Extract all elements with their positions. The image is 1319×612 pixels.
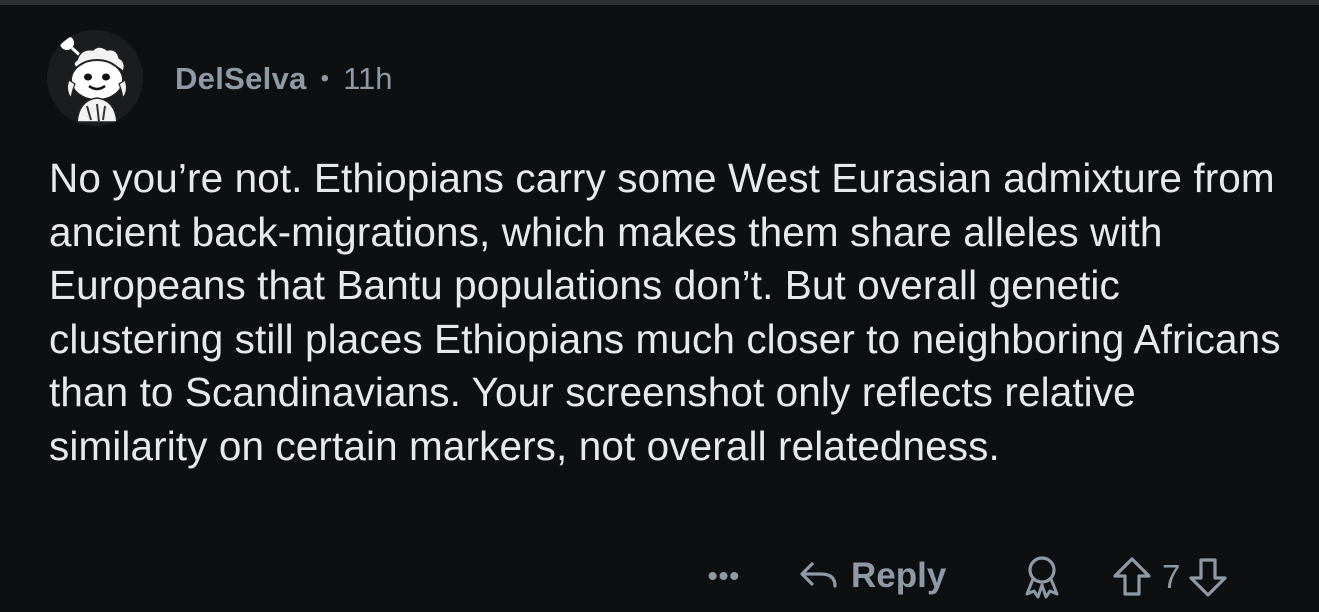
downvote-button[interactable] <box>1188 555 1228 599</box>
snoo-avatar-icon <box>47 30 143 126</box>
reply-label: Reply <box>851 556 947 595</box>
comment-actions: ••• Reply 7 <box>0 548 1319 604</box>
reply-button[interactable]: Reply <box>795 552 946 600</box>
vote-controls: 7 <box>1112 552 1228 602</box>
comment-timestamp[interactable]: 11h <box>343 61 392 97</box>
award-icon <box>1025 556 1059 599</box>
avatar[interactable] <box>47 30 143 126</box>
upvote-button[interactable] <box>1112 555 1152 599</box>
comment-body: No you’re not. Ethiopians carry some Wes… <box>49 155 1281 469</box>
downvote-arrow-icon <box>1189 558 1227 597</box>
comment-meta: DelSelva • 11h <box>175 61 392 97</box>
comment: DelSelva • 11h No you’re not. Ethiopians… <box>0 0 1319 612</box>
vote-count: 7 <box>1162 558 1181 595</box>
more-options-button[interactable]: ••• <box>697 556 751 596</box>
username-link[interactable]: DelSelva <box>175 61 307 97</box>
comment-header: DelSelva • 11h <box>47 30 392 126</box>
meta-separator: • <box>320 65 330 92</box>
award-button[interactable] <box>1017 552 1067 602</box>
upvote-arrow-icon <box>1113 557 1151 596</box>
reply-arrow-icon <box>795 556 839 596</box>
